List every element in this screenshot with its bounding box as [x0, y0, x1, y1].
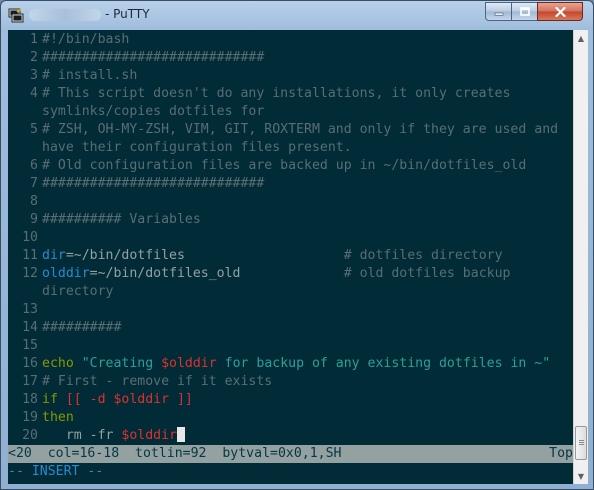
code-line[interactable]: 20 rm -fr $olddir — [8, 427, 185, 445]
code-token: =~/bin/dotfiles_old — [89, 266, 344, 281]
minimize-button[interactable] — [485, 2, 512, 21]
code-token: if — [42, 392, 66, 407]
terminal-area[interactable]: 1 #!/bin/bash 2 ###########################… — [8, 30, 588, 484]
maximize-icon — [519, 7, 530, 16]
code-line[interactable]: 3 # install.sh — [8, 67, 137, 85]
code-token: #!/bin/bash — [42, 32, 130, 47]
text-cursor — [176, 427, 185, 442]
line-number: 12 — [22, 266, 38, 281]
code-token: # dotfiles directory — [343, 248, 503, 263]
line-number: 2 — [30, 50, 38, 65]
close-icon — [554, 6, 566, 17]
code-token: ############################ — [42, 50, 265, 65]
line-number: 18 — [22, 392, 38, 407]
code-line[interactable]: 18 if [[ -d $olddir ]] — [8, 391, 193, 409]
minimize-icon — [494, 12, 503, 16]
code-line[interactable]: 11 dir=~/bin/dotfiles # dotfiles director… — [8, 247, 503, 265]
line-number: 4 — [30, 86, 38, 101]
code-line[interactable]: 19 then — [8, 409, 74, 427]
scrollbar-thumb[interactable] — [575, 426, 587, 460]
window-title: - PuTTY — [105, 7, 150, 21]
line-number: 11 — [22, 248, 38, 263]
line-number: 13 — [22, 302, 38, 317]
code-token: ########## — [42, 320, 122, 335]
code-line[interactable]: 13 — [8, 301, 42, 319]
code-line[interactable]: 14 ########## — [8, 319, 121, 337]
code-line[interactable]: 5 # ZSH, OH-MY-ZSH, VIM, GIT, ROXTERM and… — [8, 121, 558, 139]
code-token: then — [42, 410, 74, 425]
line-number: 5 — [30, 122, 38, 137]
code-line[interactable]: 1 #!/bin/bash — [8, 31, 129, 49]
code-token: ########## Variables — [42, 212, 201, 227]
title-bar[interactable]: - PuTTY — [1, 1, 593, 29]
vertical-scrollbar[interactable]: ▲ ▼ — [573, 30, 588, 484]
putty-icon[interactable] — [8, 7, 24, 23]
line-number: 9 — [30, 212, 38, 227]
code-token: [[ -d $olddir ]] — [65, 392, 193, 407]
code-token: dir — [42, 248, 66, 263]
code-line[interactable]: 4 # This script doesn't do any installati… — [8, 85, 510, 103]
code-line[interactable]: 6 # Old configuration files are backed up… — [8, 157, 526, 175]
line-number: 8 — [30, 194, 38, 209]
line-number: 6 — [30, 158, 38, 173]
line-number: 7 — [30, 176, 38, 191]
code-token: # ZSH, OH-MY-ZSH, VIM, GIT, ROXTERM and … — [42, 122, 559, 137]
code-token: ############################ — [42, 176, 265, 191]
code-token: olddir — [42, 266, 90, 281]
putty-window: - PuTTY 1 #!/bin/bash 2 ###################… — [0, 0, 594, 490]
scroll-down-button[interactable]: ▼ — [574, 468, 588, 484]
code-token: # old dotfiles backup — [343, 266, 511, 281]
code-token: echo — [42, 356, 82, 371]
code-token: $olddir — [121, 428, 177, 443]
line-number: 3 — [30, 68, 38, 83]
code-token: =~/bin/dotfiles — [65, 248, 344, 263]
code-line-wrap[interactable]: directory — [8, 283, 113, 301]
code-token: # install.sh — [42, 68, 138, 83]
code-line[interactable]: 2 ############################ — [8, 49, 264, 67]
line-number: 1 — [30, 32, 38, 47]
code-line[interactable]: 15 — [8, 337, 42, 355]
line-number: 19 — [22, 410, 38, 425]
code-token: rm -fr — [42, 428, 122, 443]
code-line[interactable]: 16 echo "Creating $olddir for backup of a… — [8, 355, 550, 373]
code-line-wrap[interactable]: symlinks/copies dotfiles for — [8, 103, 264, 121]
code-line[interactable]: 8 — [8, 193, 42, 211]
code-token: "Creating — [81, 356, 162, 371]
code-token: # This script doesn't do any installatio… — [42, 86, 511, 101]
line-number: 10 — [22, 230, 38, 245]
code-token: have their configuration files present. — [42, 140, 352, 155]
code-token: # First - remove if it exists — [42, 374, 273, 389]
scroll-up-icon: ▲ — [577, 33, 585, 43]
code-line[interactable]: 12 olddir=~/bin/dotfiles_old # old dotfil… — [8, 265, 510, 283]
line-number: 17 — [22, 374, 38, 389]
scroll-up-button[interactable]: ▲ — [574, 30, 588, 46]
line-number: 16 — [22, 356, 38, 371]
scroll-down-icon: ▼ — [577, 471, 585, 481]
line-number: 20 — [22, 428, 38, 443]
line-number: 14 — [22, 320, 38, 335]
code-line-wrap[interactable]: have their configuration files present. — [8, 139, 352, 157]
code-token: for backup of any existing dotfiles in ~… — [216, 356, 551, 371]
code-token: directory — [42, 284, 114, 299]
vim-editor[interactable]: 1 #!/bin/bash 2 ###########################… — [8, 30, 573, 484]
maximize-button[interactable] — [511, 2, 538, 21]
line-number: 15 — [22, 338, 38, 353]
code-token: $olddir — [161, 356, 217, 371]
code-token: # Old configuration files are backed up … — [42, 158, 527, 173]
code-line[interactable]: 10 — [8, 229, 42, 247]
code-line[interactable]: 9 ########## Variables — [8, 211, 201, 229]
hostname-redacted — [29, 9, 101, 21]
close-button[interactable] — [537, 2, 583, 21]
code-token: symlinks/copies dotfiles for — [42, 104, 265, 119]
code-line[interactable]: 7 ############################ — [8, 175, 264, 193]
code-line[interactable]: 17 # First - remove if it exists — [8, 373, 272, 391]
